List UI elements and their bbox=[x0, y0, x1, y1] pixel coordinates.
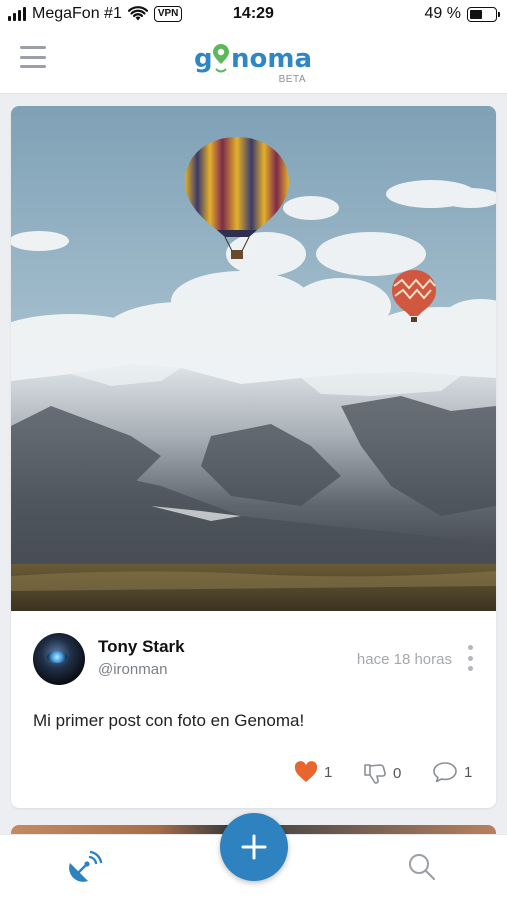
comment-bubble-icon bbox=[433, 762, 457, 783]
avatar[interactable] bbox=[33, 633, 85, 685]
dislike-button[interactable]: 0 bbox=[363, 761, 401, 785]
like-count: 1 bbox=[324, 763, 333, 781]
heart-icon bbox=[294, 761, 318, 782]
feed[interactable]: Tony Stark @ironman hace 18 horas Mi pri… bbox=[0, 94, 507, 834]
svg-text:g: g bbox=[194, 44, 213, 74]
post-timestamp: hace 18 horas bbox=[356, 651, 452, 668]
search-icon bbox=[409, 854, 436, 881]
post-card[interactable]: Tony Stark @ironman hace 18 horas Mi pri… bbox=[11, 106, 496, 808]
status-right: 49 % bbox=[424, 5, 500, 23]
hamburger-icon[interactable] bbox=[20, 46, 46, 68]
comment-button[interactable]: 1 bbox=[432, 761, 472, 783]
author-name[interactable]: Tony Stark bbox=[98, 637, 185, 657]
battery-fill bbox=[470, 9, 482, 19]
status-bar: MegaFon #1 VPN 14:29 49 % bbox=[0, 0, 507, 30]
comment-count: 1 bbox=[464, 763, 473, 781]
genoma-logo-icon: g noma bbox=[194, 44, 312, 74]
nav-search-button[interactable] bbox=[406, 851, 438, 883]
satellite-feed-icon bbox=[69, 850, 103, 882]
thumbs-down-icon bbox=[364, 764, 386, 784]
author-handle[interactable]: @ironman bbox=[98, 661, 167, 678]
post-actions: 1 0 1 bbox=[11, 761, 496, 793]
post-photo[interactable] bbox=[11, 106, 496, 611]
post-text: Mi primer post con foto en Genoma! bbox=[33, 711, 305, 730]
more-options-icon[interactable] bbox=[466, 645, 474, 671]
like-button[interactable]: 1 bbox=[294, 761, 332, 783]
create-post-button[interactable] bbox=[220, 813, 288, 881]
plus-icon bbox=[241, 834, 267, 860]
nav-feed-button[interactable] bbox=[66, 849, 106, 885]
battery-percent: 49 % bbox=[424, 5, 461, 22]
battery-icon bbox=[467, 6, 500, 22]
avatar-eye-graphic bbox=[47, 651, 67, 663]
post-body: Tony Stark @ironman hace 18 horas Mi pri… bbox=[11, 611, 496, 808]
beta-label: BETA bbox=[278, 74, 306, 85]
app-header: g noma BETA bbox=[0, 30, 507, 94]
svg-text:noma: noma bbox=[231, 44, 312, 74]
app-logo[interactable]: g noma BETA bbox=[194, 42, 314, 85]
dislike-count: 0 bbox=[393, 764, 402, 782]
